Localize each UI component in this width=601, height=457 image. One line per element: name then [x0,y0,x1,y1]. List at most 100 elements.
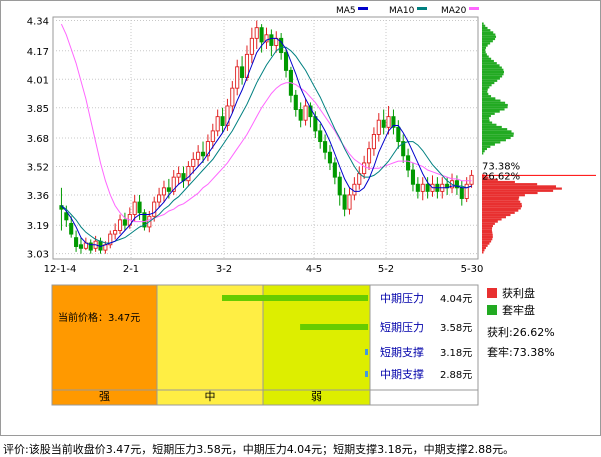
candle-body [157,194,162,203]
chip-bar [482,46,487,49]
zone-label: 弱 [311,390,322,403]
chip-bar [482,95,492,98]
candle-body [191,158,196,167]
chip-bar [482,211,515,214]
zone-weak [262,284,371,406]
candle-body [459,187,464,199]
chip-bar [482,92,489,96]
candle-body [132,201,137,215]
x-tick-label: 5-2 [378,264,394,275]
level-label: 中期压力 [380,292,424,305]
chip-bar [482,147,487,151]
chip-bar [482,152,484,155]
candle-body [283,52,289,71]
level-bar [300,324,368,330]
y-tick-label: 3.36 [27,191,49,202]
chip-bar [482,198,519,201]
legend-ma5-swatch [358,7,368,10]
candle-body [376,119,381,135]
chip-bar [482,73,504,76]
chip-bar [482,235,493,239]
chip-bar [482,251,484,254]
chip-bar [482,79,498,82]
candle-body [332,162,337,178]
candle-body [269,34,274,46]
candle-body [215,116,220,132]
chip-bar [482,125,502,129]
candle-body [152,201,157,217]
legend-ma5-label: MA5 [336,6,356,16]
candle-body [69,222,74,235]
chip-bar [482,117,490,120]
locked-swatch [487,305,497,315]
legend-ma20-label: MA20 [441,6,467,16]
chip-bar [482,134,514,137]
chip-bar [482,40,493,43]
y-tick-label: 4.01 [27,75,49,86]
chip-bar [482,128,508,131]
chip-bar [482,119,490,122]
candle-body [293,94,298,110]
chip-bar [482,37,496,41]
candle-body [469,174,474,185]
y-tick-label: 4.17 [27,47,49,58]
candle-body [410,169,416,185]
chip-bar [482,42,491,45]
candle-body [220,116,225,126]
chip-bar [482,244,488,247]
candle-body [259,27,264,43]
chip-bar [482,33,496,36]
candle-body [122,219,127,226]
level-bar [365,371,368,377]
candle-body [318,130,323,143]
candle-body [117,219,123,231]
chip-bar [482,70,504,74]
candle-body [186,166,191,182]
chip-bar [482,64,500,67]
level-label: 短期支撑 [380,345,424,359]
chip-bar [482,222,495,225]
chip-bar [482,68,504,71]
chip-bar [482,22,484,25]
chip-bar [482,62,497,65]
chip-bar [482,121,493,124]
chip-bar [482,88,488,91]
chip-bar [482,141,501,144]
level-value: 3.58元 [440,323,472,334]
chip-bar [482,35,497,38]
candle-body [279,37,284,54]
chip-bar [482,213,511,217]
chip-bar [482,238,493,241]
chip-bar [482,207,521,210]
legend-ma20-swatch [469,7,479,10]
chip-bar [482,31,494,34]
chip-bar [482,130,512,133]
chip-bar [482,86,490,89]
level-label: 中期支撑 [380,367,424,381]
chip-bar [482,53,487,56]
chip-bar [482,84,492,87]
chip-bar [482,139,506,142]
chip-bar [482,145,491,148]
chip-bar [482,143,495,146]
candle-body [230,87,235,107]
candle-body [313,116,318,132]
evaluation-text: 评价:该股当前收盘价3.47元，短期压力3.58元，中期压力4.04元；短期支撑… [3,443,515,456]
chip-bar [482,191,538,195]
candle-body [78,244,84,249]
level-value: 2.88元 [440,370,472,381]
y-tick-label: 3.68 [27,134,49,145]
chip-bar [482,229,492,232]
chip-bar [482,132,514,135]
chip-bar [482,196,520,199]
chip-bar [482,227,493,230]
chip-bar [482,106,508,109]
candle-body [362,162,367,175]
chip-bar [482,185,557,188]
zone-strong [51,284,158,406]
candle-body [357,173,362,185]
chip-bar [482,66,502,69]
chip-bar [482,233,493,236]
chip-bar [482,44,488,47]
chip-bar [482,26,488,30]
